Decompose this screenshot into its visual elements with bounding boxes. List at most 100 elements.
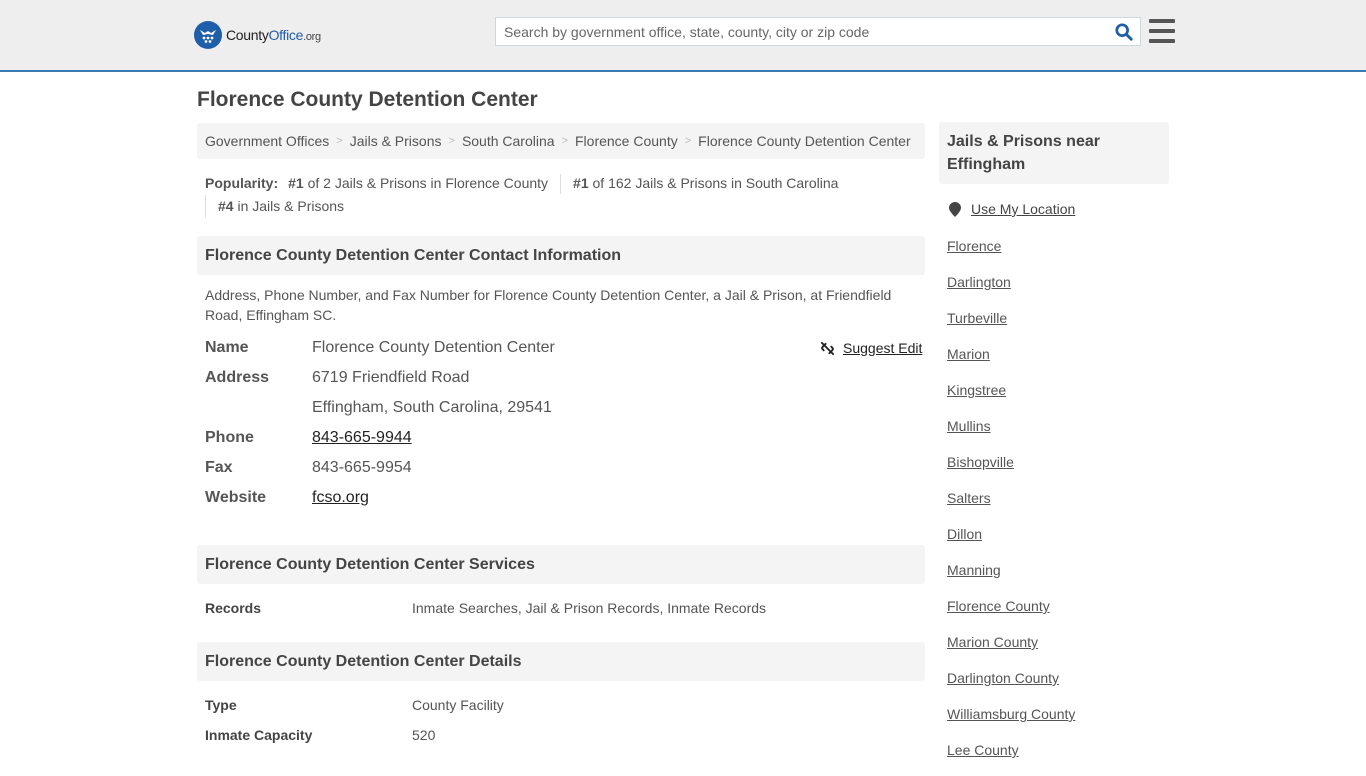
popularity-rank-county: #1 of 2 Jails & Prisons in Florence Coun… [288,172,548,195]
info-label: Website [205,489,267,506]
site-logo[interactable]: CountyOffice.org [194,21,321,49]
breadcrumb-item-florence-county[interactable]: Florence County [575,133,678,149]
map-pin-icon [949,201,961,217]
hamburger-menu-icon-bar [1149,39,1175,43]
use-my-location[interactable]: Use My Location [949,201,1075,217]
nearby-link[interactable]: Bishopville [947,454,1014,470]
breadcrumb-separator-icon: > [448,135,455,147]
details-value: 520 [412,727,436,743]
sidebar-heading: Jails & Prisons near Effingham [939,122,1169,184]
info-value-name: Florence County Detention Center [312,339,555,356]
breadcrumb-item-government-offices[interactable]: Government Offices [205,133,329,149]
details-label: Type [205,697,237,713]
info-value-address-line1: 6719 Friendfield Road [312,369,470,386]
breadcrumb: Government Offices > Jails & Prisons > S… [197,123,925,159]
nearby-link[interactable]: Dillon [947,526,982,542]
logo-text: CountyOffice.org [226,27,321,43]
rank-text: in Jails & Prisons [237,198,345,214]
breadcrumb-item-current: Florence County Detention Center [698,133,911,149]
popularity-rank-national: #4 in Jails & Prisons [205,195,344,218]
nearby-link[interactable]: Kingstree [947,382,1006,398]
nearby-link[interactable]: Darlington County [947,670,1059,686]
nearby-link[interactable]: Salters [947,490,991,506]
nearby-link[interactable]: Darlington [947,274,1011,290]
services-value: Inmate Searches, Jail & Prison Records, … [412,600,767,616]
list-item: Bishopville [947,452,1075,488]
list-item: Darlington [947,272,1075,308]
info-row-address: Address 6719 Friendfield Road [205,369,469,387]
search-icon [1115,22,1133,41]
info-value-address-line2: Effingham, South Carolina, 29541 [312,399,552,416]
details-row: Inmate Capacity 520 [205,727,435,743]
details-label: Inmate Capacity [205,727,313,743]
services-section-heading: Florence County Detention Center Service… [197,545,925,584]
info-label-empty [205,399,312,417]
info-value-fax: 843-665-9954 [312,459,412,476]
list-item: Florence County [947,596,1075,632]
nearby-link[interactable]: Marion [947,346,990,362]
search-box [495,17,1141,46]
nearby-link[interactable]: Marion County [947,634,1038,650]
info-label: Address [205,369,270,386]
breadcrumb-separator-icon: > [684,135,692,147]
nearby-link[interactable]: Williamsburg County [947,706,1075,722]
rank-number: #1 [288,175,304,191]
rank-text: of 162 Jails & Prisons in South Carolina [592,175,839,191]
site-header: CountyOffice.org [0,0,1366,72]
popularity-label: Popularity: [205,175,279,191]
contact-section-heading: Florence County Detention Center Contact… [197,236,925,275]
list-item: Turbeville [947,308,1075,344]
website-link[interactable]: fcso.org [312,489,369,506]
list-item: Mullins [947,416,1075,452]
suggest-edit-link[interactable]: Suggest Edit [820,340,922,356]
list-item: Florence [947,236,1075,272]
popularity-rankings: Popularity: #1 of 2 Jails & Prisons in Fl… [205,172,925,218]
rank-text: of 2 Jails & Prisons in Florence County [307,175,549,191]
list-item: Lee County [947,740,1075,776]
search-input[interactable] [496,18,1108,45]
search-button[interactable] [1108,18,1140,45]
hamburger-menu-icon-bar [1149,19,1175,23]
breadcrumb-separator-icon: > [561,135,568,147]
list-item: Darlington County [947,668,1075,704]
rank-number: #4 [218,198,234,214]
page-title: Florence County Detention Center [197,88,538,111]
use-my-location-link[interactable]: Use My Location [971,201,1075,217]
nearby-link[interactable]: Manning [947,562,1001,578]
nearby-link[interactable]: Turbeville [947,310,1007,326]
eagle-stars-logo-icon [194,21,222,49]
info-label: Fax [205,459,233,476]
list-item: Williamsburg County [947,704,1075,740]
breadcrumb-item-south-carolina[interactable]: South Carolina [462,133,555,149]
hamburger-menu-button[interactable] [1149,19,1175,43]
list-item: Dillon [947,524,1075,560]
services-label: Records [205,600,262,616]
list-item: Marion County [947,632,1075,668]
logo-text-county: County [226,27,269,43]
info-label: Name [205,339,249,356]
nearby-link[interactable]: Florence County [947,598,1050,614]
list-item: Kingstree [947,380,1075,416]
logo-text-org: .org [303,31,321,43]
contact-description: Address, Phone Number, and Fax Number fo… [205,287,892,323]
nearby-list: Florence Darlington Turbeville Marion Ki… [947,236,1075,776]
info-row-fax: Fax 843-665-9954 [205,459,412,477]
popularity-rank-state: #1 of 162 Jails & Prisons in South Carol… [573,172,838,195]
details-section-heading: Florence County Detention Center Details [197,642,925,681]
info-row-phone: Phone 843-665-9944 [205,429,412,447]
details-row: Type County Facility [205,697,504,713]
breadcrumb-item-jails-prisons[interactable]: Jails & Prisons [350,133,442,149]
nearby-link[interactable]: Florence [947,238,1001,254]
info-row-name: Name Florence County Detention Center [205,339,555,357]
breadcrumb-separator-icon: > [336,135,343,147]
nearby-link[interactable]: Mullins [947,418,991,434]
divider [560,174,562,195]
details-value: County Facility [412,697,504,713]
phone-link[interactable]: 843-665-9944 [312,429,412,446]
info-row-website: Website fcso.org [205,489,369,507]
nearby-link[interactable]: Lee County [947,742,1019,758]
suggest-edit-text[interactable]: Suggest Edit [843,340,922,356]
info-label: Phone [205,429,254,446]
hamburger-menu-icon-bar [1149,29,1175,33]
list-item: Salters [947,488,1075,524]
